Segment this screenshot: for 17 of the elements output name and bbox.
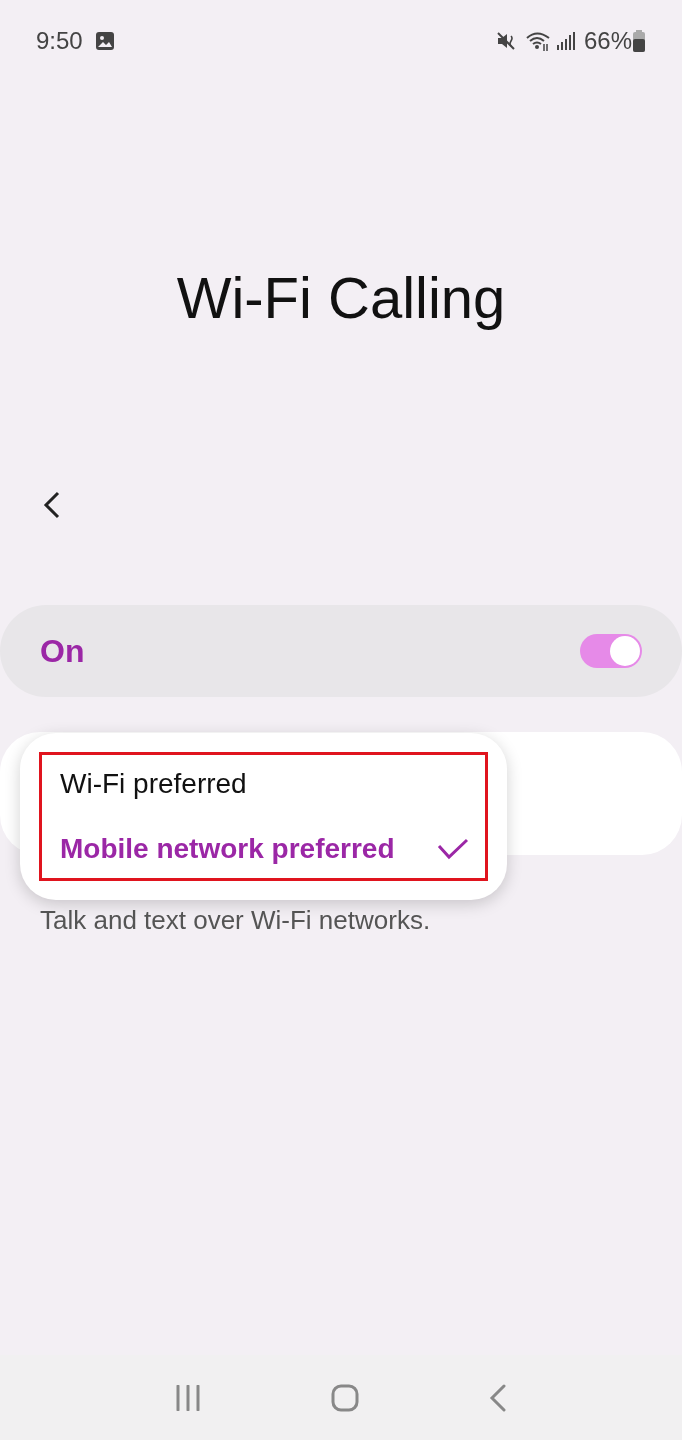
page-title: Wi-Fi Calling <box>176 264 506 332</box>
description-text: Talk and text over Wi-Fi networks. <box>40 905 432 935</box>
back-nav-button[interactable] <box>489 1383 507 1412</box>
battery-percent: 66% <box>583 26 632 56</box>
switch-label: On <box>40 632 86 671</box>
image-icon <box>94 31 115 51</box>
master-switch-row[interactable]: On <box>0 605 682 697</box>
popup-option[interactable]: Wi-Fi preferred <box>42 763 485 805</box>
popup-option[interactable]: Mobile network preferred <box>42 828 485 870</box>
home-button[interactable] <box>331 1383 359 1412</box>
check-icon <box>437 838 469 860</box>
battery-icon <box>632 29 646 53</box>
recent-apps-button[interactable] <box>175 1384 201 1411</box>
toggle-switch[interactable] <box>580 634 642 668</box>
signal-icon <box>555 31 576 51</box>
status-time: 9:50 <box>36 26 83 56</box>
wifi-icon <box>525 30 552 52</box>
